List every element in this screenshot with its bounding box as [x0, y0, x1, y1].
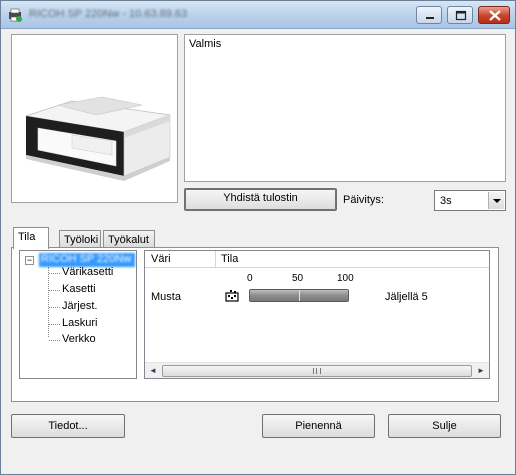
printer-app-icon	[9, 8, 22, 22]
toner-level-bar	[249, 289, 349, 302]
dropdown-arrow[interactable]	[488, 192, 504, 209]
refresh-interval-value: 3s	[440, 195, 452, 207]
connect-printer-button[interactable]: Yhdistä tulostin	[184, 188, 337, 211]
tree-branch	[49, 290, 60, 291]
toner-status-list[interactable]: Väri Tila 0 50 100 Musta Jäljellä 5 ◄ ►	[144, 250, 490, 379]
tree-root-printer[interactable]: RICOH SP 220Nw	[39, 253, 135, 267]
close-button[interactable]: Sulje	[388, 414, 501, 438]
scale-label: 100	[337, 273, 354, 284]
collapse-icon[interactable]: −	[25, 256, 34, 265]
tree-connector	[48, 267, 49, 337]
scale-label: 0	[247, 273, 253, 284]
minimize-button[interactable]: Pienennä	[262, 414, 375, 438]
column-header-status[interactable]: Tila	[221, 253, 238, 265]
grip-icon	[313, 368, 321, 374]
tab-job-log[interactable]: Työloki	[59, 230, 101, 248]
scroll-left-icon[interactable]: ◄	[148, 366, 158, 376]
info-button[interactable]: Tiedot...	[11, 414, 125, 438]
tree-branch	[49, 273, 60, 274]
status-tree[interactable]: − RICOH SP 220Nw Värikasetti Kasetti Jär…	[19, 250, 137, 379]
toner-color-label: Musta	[151, 291, 181, 303]
minimize-window-button[interactable]	[416, 6, 442, 24]
tab-tools[interactable]: Työkalut	[103, 230, 155, 248]
printer-image	[25, 96, 171, 181]
horizontal-scrollbar[interactable]: ◄ ►	[145, 362, 489, 378]
tree-item-label: Laskuri	[62, 317, 98, 329]
tab-status[interactable]: Tila	[13, 227, 49, 249]
maximize-icon	[455, 10, 467, 21]
toner-cartridge-icon	[225, 290, 239, 302]
maximize-window-button[interactable]	[447, 6, 473, 24]
refresh-interval-select[interactable]: 3s	[434, 190, 506, 211]
toner-level-midmark	[299, 290, 300, 301]
tree-item-label: Verkko	[62, 333, 96, 345]
tree-branch	[49, 324, 60, 325]
tree-item-label: Järjest.	[62, 300, 98, 312]
scroll-thumb[interactable]	[162, 365, 472, 377]
scroll-right-icon[interactable]: ►	[476, 366, 486, 376]
scale-label: 50	[292, 273, 304, 284]
close-icon	[489, 10, 501, 21]
column-divider[interactable]	[215, 251, 216, 268]
toner-remaining-text: Jäljellä 5	[385, 291, 428, 303]
window-title: RICOH SP 220Nw - 10.63.89.63	[29, 8, 188, 20]
title-bar[interactable]: RICOH SP 220Nw - 10.63.89.63	[1, 1, 515, 29]
tree-item-label: Värikasetti	[62, 266, 114, 278]
minimize-icon	[426, 17, 434, 19]
column-header-color[interactable]: Väri	[151, 253, 171, 265]
tree-branch	[49, 307, 60, 308]
list-header: Väri Tila	[145, 251, 489, 268]
chevron-down-icon	[493, 199, 501, 203]
status-message-box: Valmis	[184, 34, 506, 182]
close-window-button[interactable]	[478, 6, 510, 24]
tree-item-label: Kasetti	[62, 283, 96, 295]
refresh-label: Päivitys:	[343, 194, 384, 206]
printer-image-panel	[11, 34, 178, 203]
tree-branch	[49, 340, 60, 341]
printer-status-window: RICOH SP 220Nw - 10.63.89.63 Valmis Yhdi…	[0, 0, 516, 475]
